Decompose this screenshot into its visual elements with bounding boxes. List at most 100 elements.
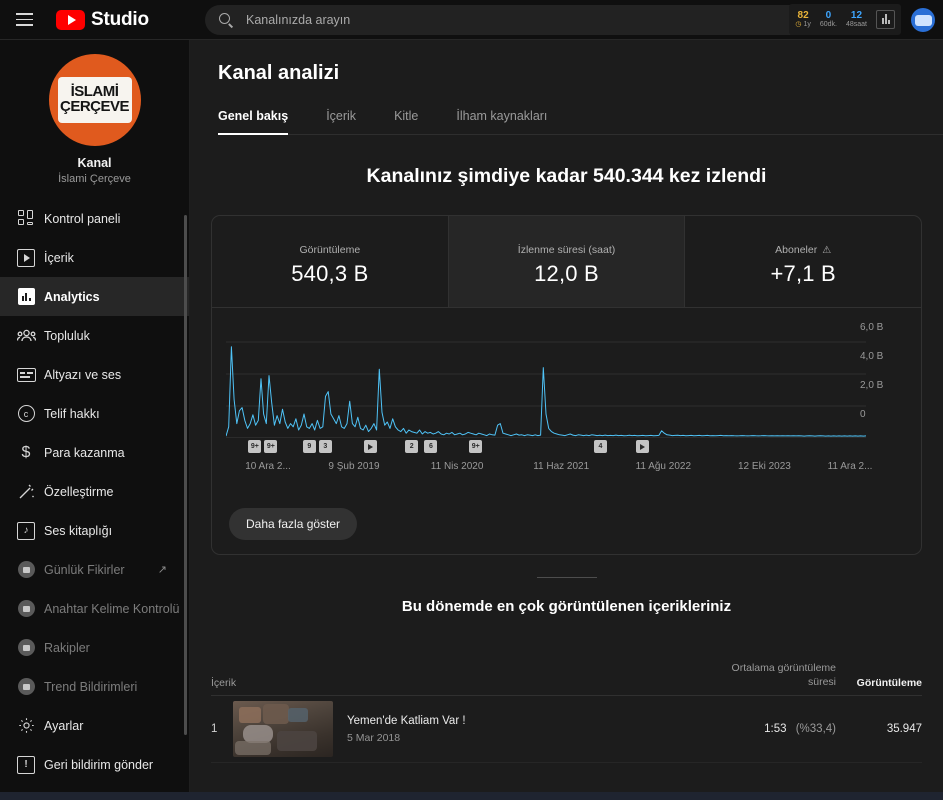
chart-marker-play[interactable]: [363, 440, 377, 453]
copyright-icon: c: [8, 405, 44, 422]
bottom-strip: [0, 792, 943, 800]
chart-marker-3[interactable]: 3: [318, 440, 332, 453]
sidebar-item-rakipler[interactable]: Rakipler: [0, 628, 189, 667]
sidebar-item-ayarlar[interactable]: Ayarlar: [0, 706, 189, 745]
stat-60dk-label: 60dk.: [819, 21, 837, 29]
sidebar-nav: Kontrol paneli İçerik Analytics Topluluk…: [0, 199, 189, 784]
subtitles-icon: [8, 367, 44, 382]
sidebar-item-ses-kitapligi[interactable]: ♪ Ses kitaplığı: [0, 511, 189, 550]
chart-marker-6[interactable]: 6: [424, 440, 438, 453]
chart-marker-9[interactable]: 9: [302, 440, 316, 453]
search-placeholder: Kanalınızda arayın: [246, 13, 351, 27]
x-axis-label-4: 11 Ağu 2022: [635, 461, 692, 472]
audio-library-icon: ♪: [8, 521, 44, 540]
search-input[interactable]: Kanalınızda arayın: [205, 5, 805, 35]
stat-48saat[interactable]: 12 48saat: [846, 9, 867, 29]
chart-marker-9plus[interactable]: 9+: [264, 440, 278, 453]
avg-duration-pct: (%33,4): [795, 723, 836, 735]
video-title[interactable]: Yemen'de Katliam Var !: [347, 715, 728, 727]
studio-brand-link[interactable]: Studio: [56, 9, 149, 31]
tab-icerik[interactable]: İçerik: [326, 103, 356, 134]
chart-marker-play[interactable]: [635, 440, 649, 453]
channel-name-label: İslami Çerçeve: [58, 173, 131, 185]
metric-value: 540,3 B: [291, 261, 369, 286]
sidebar-item-anahtar-kelime-kontrolu[interactable]: Anahtar Kelime Kontrolü: [0, 589, 189, 628]
brand-text: Studio: [91, 8, 149, 30]
sidebar-label: Anahtar Kelime Kontrolü: [44, 601, 180, 616]
sidebar-label: Günlük Fikirler: [44, 562, 125, 577]
metric-label: İzlenme süresi (saat): [517, 244, 616, 256]
sidebar-label: Para kazanma: [44, 445, 125, 460]
table-header-row: İçerik Ortalama görüntüleme süresi Görün…: [211, 640, 922, 696]
sidebar-item-kontrol-paneli[interactable]: Kontrol paneli: [0, 199, 189, 238]
tab-genel-bakis[interactable]: Genel bakış: [218, 103, 289, 135]
stat-60dk-value: 0: [825, 9, 832, 21]
main-content: Kanal analizi Genel bakış İçerik Kitle İ…: [190, 40, 943, 800]
x-axis-label-0: 10 Ara 2...: [245, 461, 291, 472]
stat-1y[interactable]: 82 ◷ 1y: [795, 10, 811, 29]
external-link-icon: ↗: [157, 564, 167, 576]
metric-row: Görüntüleme 540,3 B İzlenme süresi (saat…: [212, 216, 921, 308]
sidebar-label: Ayarlar: [44, 718, 84, 733]
sidebar-scrollbar[interactable]: [184, 215, 187, 735]
chart-marker-2[interactable]: 2: [405, 440, 419, 453]
video-icon: [8, 248, 44, 267]
show-more-button[interactable]: Daha fazla göster: [229, 508, 358, 540]
row-avg-duration: 1:53 (%33,4): [728, 723, 836, 735]
extension-icon: [8, 561, 44, 578]
sidebar-label: Rakipler: [44, 640, 90, 655]
sidebar-label: Altyazı ve ses: [44, 367, 122, 382]
youtube-logo-icon: [56, 9, 85, 30]
table-title: Bu dönemde en çok görüntülenen içerikler…: [401, 598, 732, 615]
sidebar-item-analytics[interactable]: Analytics: [0, 277, 189, 316]
extension-icon: [8, 639, 44, 656]
channel-avatar[interactable]: İSLAMİ ÇERÇEVE: [48, 54, 141, 146]
stat-48saat-value: 12: [850, 9, 863, 21]
stat-1y-label: ◷ 1y: [795, 21, 811, 29]
stat-60dk[interactable]: 0 60dk.: [819, 9, 837, 29]
sidebar-label: Ses kitaplığı: [44, 523, 113, 538]
sidebar-item-gunluk-fikirler[interactable]: Günlük Fikirler ↗: [0, 550, 189, 589]
metric-goruntuleme[interactable]: Görüntüleme 540,3 B: [212, 216, 448, 307]
search-icon: [219, 12, 234, 28]
account-avatar[interactable]: [911, 8, 935, 32]
sidebar-item-ozellestirme[interactable]: Özelleştirme: [0, 472, 189, 511]
metric-izlenme-suresi[interactable]: İzlenme süresi (saat) 12,0 B: [447, 216, 685, 307]
x-axis-label-3: 11 Haz 2021: [533, 461, 590, 472]
tab-ilham-kaynaklari[interactable]: İlham kaynakları: [456, 103, 547, 134]
hamburger-menu-icon[interactable]: [4, 0, 44, 40]
extension-icon: [8, 678, 44, 695]
video-thumbnail[interactable]: [233, 701, 333, 757]
y-axis-label-1: 2,0 B: [860, 380, 884, 391]
x-axis-label-6: 11 Ara 2...: [827, 461, 873, 472]
col-header-views[interactable]: Görüntüleme: [836, 677, 922, 689]
sidebar-label: Geri bildirim gönder: [44, 757, 154, 772]
sidebar-item-topluluk[interactable]: Topluluk: [0, 316, 189, 355]
tab-kitle[interactable]: Kitle: [394, 103, 418, 134]
sidebar-label: Analytics: [44, 289, 100, 304]
col-header-avg-duration: Ortalama görüntüleme süresi: [731, 661, 836, 688]
sidebar-item-para-kazanma[interactable]: $ Para kazanma: [0, 433, 189, 472]
bar-chart-icon[interactable]: [876, 10, 895, 29]
chart-marker-9plus[interactable]: 9+: [469, 440, 483, 453]
community-icon: [8, 328, 44, 343]
sidebar-label: Telif hakkı: [44, 406, 100, 421]
quick-stats-pill[interactable]: 82 ◷ 1y 0 60dk. 12 48saat: [789, 4, 901, 35]
line-chart[interactable]: 6,0 B 4,0 B 2,0 B 0 9+ 9+ 9 3 2 6 9+ 4 10 Ara 2…: [212, 320, 921, 505]
sidebar-item-altyazi-ve-ses[interactable]: Altyazı ve ses: [0, 355, 189, 394]
sidebar-item-trend-bildirimleri[interactable]: Trend Bildirimleri: [0, 667, 189, 706]
table-row[interactable]: 1 Yemen'de Katliam Var ! 5 Mar 2018 1:53…: [211, 696, 922, 763]
sidebar-label: Özelleştirme: [44, 484, 114, 499]
tab-bar: Genel bakış İçerik Kitle İlham kaynaklar…: [218, 103, 943, 135]
chart-marker-9plus[interactable]: 9+: [248, 440, 262, 453]
sidebar-item-icerik[interactable]: İçerik: [0, 238, 189, 277]
section-divider: [536, 577, 597, 578]
sidebar-label: Kontrol paneli: [44, 211, 121, 226]
metric-aboneler[interactable]: Aboneler ⚠ +7,1 B: [684, 216, 921, 307]
sidebar-item-telif-hakki[interactable]: c Telif hakkı: [0, 394, 189, 433]
chart-marker-4[interactable]: 4: [594, 440, 607, 453]
x-axis-label-2: 11 Nis 2020: [430, 461, 484, 472]
sidebar-item-geri-bildirim-gonder[interactable]: ! Geri bildirim gönder: [0, 745, 189, 784]
row-rank: 1: [211, 723, 218, 735]
chart-annotation-markers: 9+ 9+ 9 3 2 6 9+ 4: [226, 440, 866, 454]
